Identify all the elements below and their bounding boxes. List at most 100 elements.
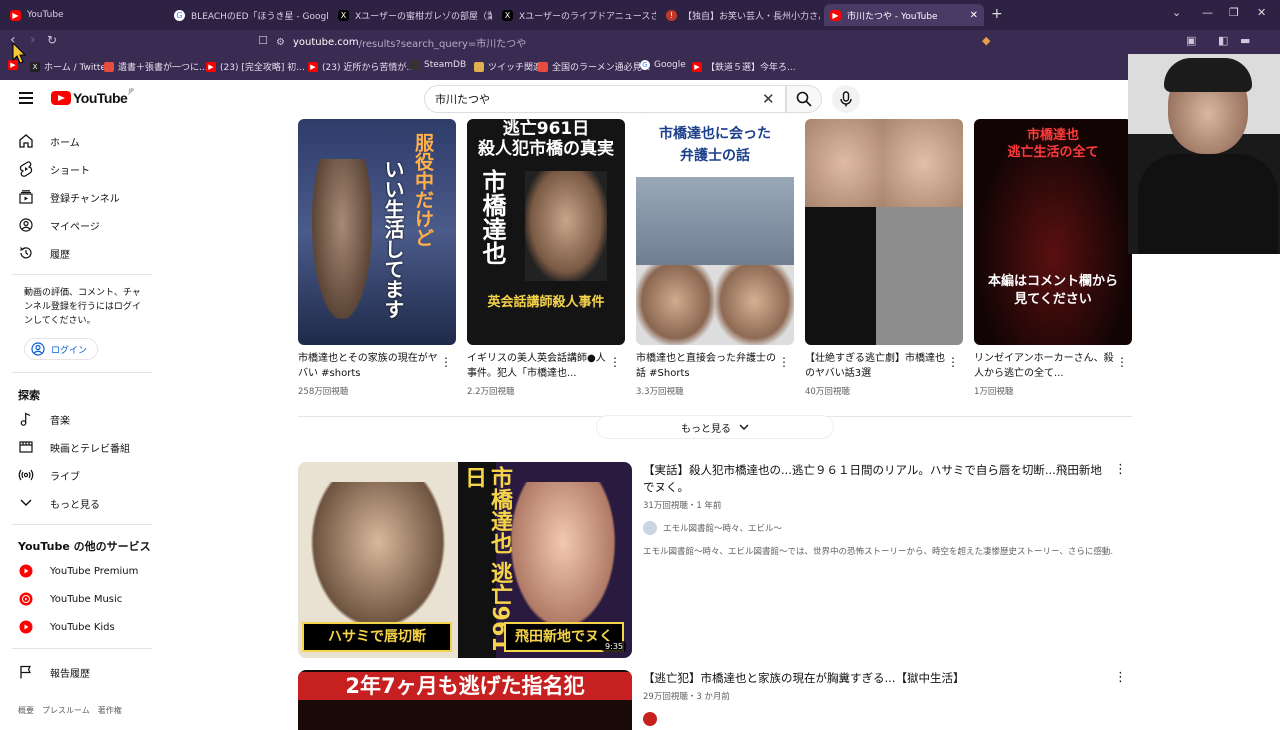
thumbnail-text: 服役中だけど	[412, 133, 434, 247]
x-icon: X	[30, 61, 40, 72]
bookmark-label: (23) 近所から苦情が...	[322, 63, 415, 73]
sidebar-item-label: ライブ	[50, 471, 80, 483]
extensions-icon[interactable]: ▣	[1186, 34, 1196, 47]
footer-links[interactable]: 概要 プレスルーム 著作権	[18, 705, 122, 716]
more-actions-icon[interactable]: ⋮	[1114, 462, 1127, 477]
brave-shield-icon[interactable]: ◆	[982, 34, 990, 47]
short-card[interactable]: 服役中だけど いい生活してます 市橋達也とその家族の現在がヤバい #shorts…	[298, 119, 456, 397]
short-views: 2.2万回視聴	[467, 387, 515, 397]
tab-active-youtube[interactable]: ▶ 市川たつや - YouTube ✕	[824, 4, 984, 26]
sidebar-item-live[interactable]: ライブ	[18, 467, 80, 483]
video-thumbnail[interactable]: 市橋達也 逃亡961日 ハサミで唇切断 飛田新地でヌく 9:35	[298, 462, 632, 658]
person-image	[636, 265, 715, 345]
bookmark-item[interactable]: 全国のラーメン通必見...	[538, 60, 650, 73]
bookmark-item[interactable]: ▶ 【鉄道５選】今年ろ...	[692, 60, 796, 73]
sidebar-item-yt-premium[interactable]: YouTube Premium	[18, 563, 138, 579]
bookmark-item[interactable]: ▶ (23) [完全攻略] 初...	[206, 60, 305, 73]
more-actions-icon[interactable]: ⋮	[1116, 355, 1128, 369]
sidebar-item-home[interactable]: ホーム	[18, 133, 80, 149]
channel-link[interactable]	[643, 712, 1113, 726]
youtube-logo[interactable]: YouTube JP	[51, 88, 134, 106]
reload-icon[interactable]: ↻	[47, 33, 57, 47]
show-more-button[interactable]: もっと見る	[596, 415, 834, 439]
hamburger-menu-icon[interactable]	[19, 92, 33, 104]
close-tab-icon[interactable]: ✕	[970, 10, 978, 21]
clear-search-icon[interactable]: ✕	[762, 90, 775, 108]
bookmark-item[interactable]: ツイッチ関連	[474, 60, 542, 73]
short-thumbnail[interactable]	[805, 119, 963, 345]
channel-avatar[interactable]	[643, 712, 657, 726]
streamer-body	[1138, 154, 1278, 254]
short-title[interactable]: イギリスの美人英会話講師●人事件。犯人「市橋達也...	[467, 351, 607, 381]
steamdb-icon	[410, 60, 420, 70]
more-actions-icon[interactable]: ⋮	[1114, 670, 1127, 685]
more-actions-icon[interactable]: ⋮	[609, 355, 621, 369]
sidebar-item-subscriptions[interactable]: 登録チャンネル	[18, 189, 120, 205]
short-title[interactable]: 【壮絶すぎる逃亡劇】市橋達也のヤバい話3選	[805, 351, 945, 381]
short-card[interactable]: 市橋達也 逃亡生活の全て 本編はコメント欄から 見てください リンゼイアンホーカーさ…	[974, 119, 1132, 397]
tab-google-search[interactable]: G BLEACHのED「ほうき星 - Google 検索	[168, 4, 328, 26]
site-info-icon[interactable]: ⚙	[276, 37, 285, 48]
short-thumbnail[interactable]: 市橋達也 逃亡生活の全て 本編はコメント欄から 見てください	[974, 119, 1132, 345]
short-card[interactable]: 市橋達也に会った 弁護士の話 市橋達也と直接会った弁護士の話 #Shorts 3.…	[636, 119, 794, 397]
short-views: 258万回視聴	[298, 387, 349, 397]
video-thumbnail[interactable]: 2年7ヶ月も逃げた指名犯	[298, 670, 632, 730]
tab-youtube[interactable]: ▶ YouTube	[4, 4, 164, 26]
video-title[interactable]: 【逃亡犯】市橋達也と家族の現在が胸糞すぎる...【獄中生活】	[643, 670, 1113, 687]
new-tab-icon[interactable]: +	[991, 6, 1003, 22]
wallet-icon[interactable]: ▬	[1240, 34, 1250, 47]
bookmark-label: ホーム / Twitter	[44, 63, 110, 73]
channel-name[interactable]: エモル図書館〜時々、エビル〜	[663, 522, 782, 534]
short-card[interactable]: 【壮絶すぎる逃亡劇】市橋達也のヤバい話3選 40万回視聴 ⋮	[805, 119, 963, 397]
sidebar-item-history[interactable]: 履歴	[18, 245, 70, 261]
minimize-icon[interactable]: —	[1202, 6, 1213, 19]
thumbnail-text: 市橋達也	[478, 169, 506, 265]
more-actions-icon[interactable]: ⋮	[440, 355, 452, 369]
short-card[interactable]: 逃亡961日 殺人犯市橋の真実 市橋達也 英会話講師殺人事件 イギリスの美人英会話…	[467, 119, 625, 397]
bookmark-item[interactable]: ▶ (23) 近所から苦情が...	[308, 60, 415, 73]
bookmark-item[interactable]: SteamDB	[410, 60, 466, 70]
sidebar-item-music[interactable]: 音楽	[18, 411, 70, 427]
show-more-label: もっと見る	[681, 423, 731, 435]
channel-link[interactable]: エモル図書館〜時々、エビル〜	[643, 521, 1113, 535]
forward-icon[interactable]: ›	[30, 32, 36, 48]
sidebar-item-movies[interactable]: 映画とテレビ番組	[18, 439, 130, 455]
sidebar-item-you[interactable]: マイページ	[18, 217, 100, 233]
bookmark-item[interactable]: G Google	[640, 60, 686, 70]
video-meta: 【実話】殺人犯市橋達也の...逃亡９６１日間のリアル。ハサミで自ら唇を切断...…	[643, 462, 1113, 557]
short-title[interactable]: リンゼイアンホーカーさん、殺人から逃亡の全て...	[974, 351, 1114, 381]
bookmark-item[interactable]: 遺書＋張書が一つに...	[104, 60, 208, 73]
sidebar-item-label: マイページ	[50, 221, 100, 233]
sidebar-item-report-history[interactable]: 報告履歴	[18, 664, 90, 680]
more-actions-icon[interactable]: ⋮	[947, 355, 959, 369]
sidebar-item-shorts[interactable]: ショート	[18, 161, 90, 177]
tab-x-1[interactable]: X Xユーザーの蜜柑ガレゾの部屋（業業投	[332, 4, 492, 26]
short-thumbnail[interactable]: 逃亡961日 殺人犯市橋の真実 市橋達也 英会話講師殺人事件	[467, 119, 625, 345]
sidebar-item-yt-kids[interactable]: YouTube Kids	[18, 619, 115, 635]
short-thumbnail[interactable]: 市橋達也に会った 弁護士の話	[636, 119, 794, 345]
restore-icon[interactable]: ❐	[1229, 6, 1239, 19]
search-input[interactable]: 市川たつや	[424, 85, 786, 113]
tab-x-2[interactable]: X Xユーザーのライブドアニュースさん「容疑	[496, 4, 656, 26]
address-bar[interactable]: ⚙ youtube.com /results?search_query=市川たつ…	[276, 32, 976, 52]
channel-avatar[interactable]	[643, 521, 657, 535]
signin-button[interactable]: ログイン	[24, 338, 98, 360]
short-title[interactable]: 市橋達也と直接会った弁護士の話 #Shorts	[636, 351, 776, 381]
youtube-header: YouTube JP 市川たつや ✕ ⋮	[0, 80, 1280, 118]
sidebar-item-show-more[interactable]: もっと見る	[18, 495, 100, 511]
sidebar-toggle-icon[interactable]: ◧	[1218, 34, 1228, 47]
history-icon	[18, 245, 34, 261]
video-title[interactable]: 【実話】殺人犯市橋達也の...逃亡９６１日間のリアル。ハサミで自ら唇を切断...…	[643, 462, 1113, 496]
tab-list-icon[interactable]: ⌄	[1172, 6, 1181, 19]
sidebar-item-yt-music[interactable]: YouTube Music	[18, 591, 122, 607]
voice-search-button[interactable]	[832, 85, 860, 113]
bookmark-item[interactable]: X ホーム / Twitter	[30, 60, 110, 73]
short-thumbnail[interactable]: 服役中だけど いい生活してます	[298, 119, 456, 345]
bookmark-page-icon[interactable]: ☐	[258, 34, 268, 47]
close-window-icon[interactable]: ✕	[1257, 6, 1266, 19]
sidebar-item-label: 登録チャンネル	[50, 193, 120, 205]
more-actions-icon[interactable]: ⋮	[778, 355, 790, 369]
search-button[interactable]	[786, 85, 822, 113]
tab-news[interactable]: ! 【独自】お笑い芸人・長州小力さんを遠	[660, 4, 820, 26]
short-title[interactable]: 市橋達也とその家族の現在がヤバい #shorts	[298, 351, 438, 381]
